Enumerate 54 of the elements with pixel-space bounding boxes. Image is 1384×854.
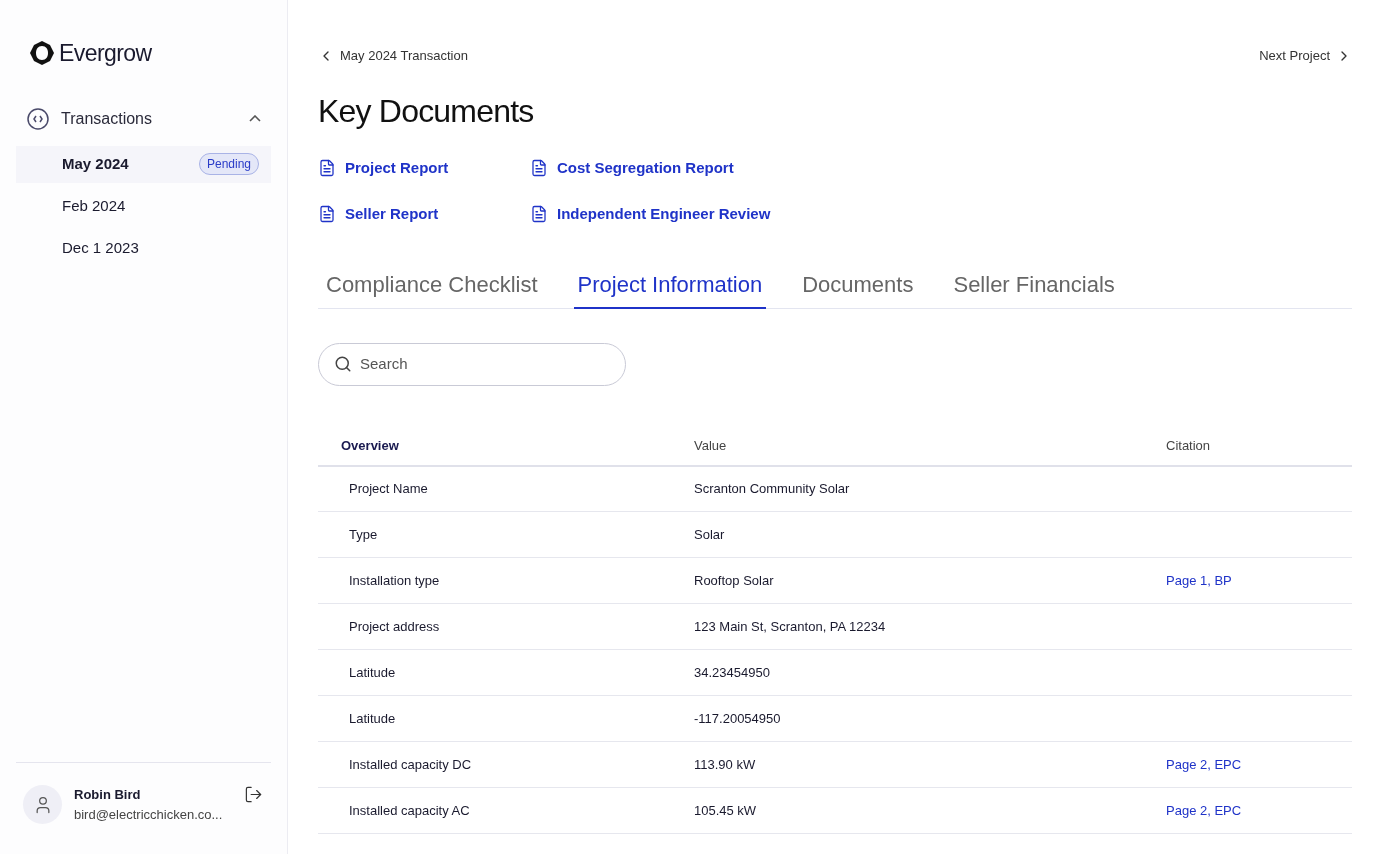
chevron-up-icon [249,115,261,122]
transaction-nav-item[interactable]: Feb 2024 [16,187,271,225]
table-cell: Scranton Community Solar [694,465,1166,512]
logo-icon [29,40,55,67]
table-cell: Type [318,511,694,558]
search-input[interactable]: Search [360,352,610,376]
search-icon [334,355,352,373]
table-cell: Project address [318,603,694,650]
table-cell: Installed capacity DC [318,741,694,788]
table-cell: -117.20054950 [694,695,1166,742]
table-cell: 105.45 kW [694,787,1166,834]
user-name: Robin Bird [74,786,142,804]
table-cell: Latitude [318,649,694,696]
table-cell: Solar [694,511,1166,558]
code-circle-icon [27,107,49,130]
citation-link[interactable]: Page 2, EPC [1166,756,1242,772]
next-link[interactable]: Next Project [1259,46,1352,66]
transactions-nav-item[interactable]: Transactions [16,96,271,141]
table-cell: 123 Main St, Scranton, PA 12234 [694,603,1166,650]
brand-name: Evergrow [59,39,152,68]
table-cell: 113.90 kW [694,741,1166,788]
document-icon [318,158,336,177]
document-link[interactable]: Cost Segregation Report [530,156,771,179]
column-header: Overview [318,429,694,466]
user-email: bird@electricchicken.co... [74,805,224,824]
table-cell: Latitude [318,695,694,742]
transaction-nav-item[interactable]: Dec 1 2023 [16,229,271,267]
document-link[interactable]: Project Report [318,156,530,179]
logout-button[interactable] [244,785,263,804]
transaction-nav-item[interactable]: May 2024 Pending [16,145,271,183]
document-icon [530,205,548,224]
tab[interactable]: Project Information [573,267,767,309]
document-icon [530,158,548,177]
table-cell: Installation type [318,557,694,604]
column-header: Citation [1166,429,1352,466]
document-icon [318,205,336,224]
citation-link[interactable]: Page 2, EPC [1166,802,1242,818]
column-header: Value [694,429,1166,466]
table-cell: Project Name [318,465,694,512]
table-cell: Rooftop Solar [694,557,1166,604]
status-badge: Pending [198,153,259,175]
document-link[interactable]: Seller Report [318,203,530,226]
document-link[interactable]: Independent Engineer Review [530,203,771,226]
table-cell: Installed capacity AC [318,787,694,834]
transaction-label: Dec 1 2023 [62,237,140,258]
table-cell: 34.23454950 [694,649,1166,696]
tab[interactable]: Compliance Checklist [322,267,542,309]
citation-link[interactable]: Page 1, BP [1166,572,1232,588]
page-title: Key Documents [318,91,535,131]
transaction-label: May 2024 [62,153,130,174]
tab[interactable]: Documents [798,267,918,309]
tab[interactable]: Seller Financials [949,267,1119,309]
transaction-label: Feb 2024 [62,195,127,216]
back-link[interactable]: May 2024 Transaction [318,46,468,66]
